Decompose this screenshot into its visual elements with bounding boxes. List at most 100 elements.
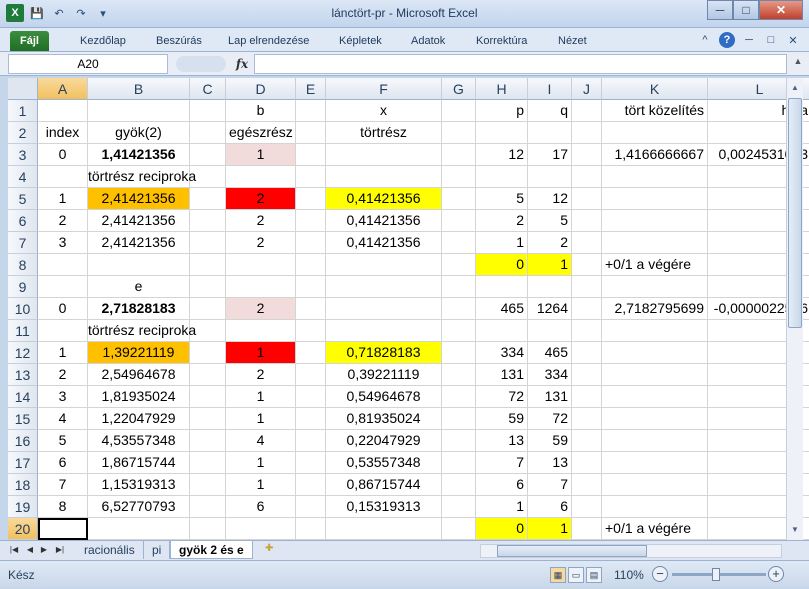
first-sheet-icon[interactable]: |◀ (8, 543, 20, 557)
cell-a14[interactable]: 3 (38, 386, 88, 408)
cell-k7[interactable] (602, 232, 708, 254)
cell-j11[interactable] (572, 320, 602, 342)
cell-c12[interactable] (190, 342, 226, 364)
cell-i15[interactable]: 72 (528, 408, 572, 430)
cell-c13[interactable] (190, 364, 226, 386)
cell-j3[interactable] (572, 144, 602, 166)
cell-g17[interactable] (442, 452, 476, 474)
cell-b1[interactable] (88, 100, 190, 122)
column-header-e[interactable]: E (296, 78, 326, 100)
page-break-view-icon[interactable]: ▤ (586, 567, 602, 583)
cell-a10[interactable]: 0 (38, 298, 88, 320)
cell-k16[interactable] (602, 430, 708, 452)
cell-j8[interactable] (572, 254, 602, 276)
cell-h3[interactable]: 12 (476, 144, 528, 166)
cell-e11[interactable] (296, 320, 326, 342)
cell-k1[interactable]: tört közelítés (602, 100, 708, 122)
cell-a7[interactable]: 3 (38, 232, 88, 254)
close-button[interactable]: ✕ (759, 0, 803, 20)
cell-g18[interactable] (442, 474, 476, 496)
cell-f18[interactable]: 0,86715744 (326, 474, 442, 496)
cell-f17[interactable]: 0,53557348 (326, 452, 442, 474)
row-header[interactable]: 2 (8, 122, 38, 144)
column-header-k[interactable]: K (602, 78, 708, 100)
column-header-f[interactable]: F (326, 78, 442, 100)
cell-a16[interactable]: 5 (38, 430, 88, 452)
cell-d12[interactable]: 1 (226, 342, 296, 364)
zoom-slider-knob[interactable] (712, 568, 720, 581)
row-header[interactable]: 11 (8, 320, 38, 342)
cell-d15[interactable]: 1 (226, 408, 296, 430)
cell-d9[interactable] (226, 276, 296, 298)
cell-b14[interactable]: 1,81935024 (88, 386, 190, 408)
cell-g8[interactable] (442, 254, 476, 276)
cell-h12[interactable]: 334 (476, 342, 528, 364)
cell-g13[interactable] (442, 364, 476, 386)
cell-h6[interactable]: 2 (476, 210, 528, 232)
cell-f14[interactable]: 0,54964678 (326, 386, 442, 408)
cell-i6[interactable]: 5 (528, 210, 572, 232)
cell-g19[interactable] (442, 496, 476, 518)
cell-b4[interactable]: törtrész reciproka (88, 166, 196, 188)
insert-function-icon[interactable]: fx (232, 54, 252, 74)
cell-d4[interactable] (226, 166, 296, 188)
cell-c19[interactable] (190, 496, 226, 518)
scroll-down-icon[interactable]: ▼ (788, 522, 802, 538)
cell-j12[interactable] (572, 342, 602, 364)
insert-sheet-icon[interactable]: ✚ (265, 543, 283, 557)
expand-formula-bar-icon[interactable]: ▲ (791, 56, 805, 72)
cell-f20[interactable] (326, 518, 442, 540)
cell-j15[interactable] (572, 408, 602, 430)
cell-j2[interactable] (572, 122, 602, 144)
cell-j14[interactable] (572, 386, 602, 408)
cell-h19[interactable]: 1 (476, 496, 528, 518)
cell-a12[interactable]: 1 (38, 342, 88, 364)
cell-i2[interactable] (528, 122, 572, 144)
cell-g2[interactable] (442, 122, 476, 144)
cell-c3[interactable] (190, 144, 226, 166)
row-header[interactable]: 14 (8, 386, 38, 408)
next-sheet-icon[interactable]: ▶ (38, 543, 50, 557)
column-header-c[interactable]: C (190, 78, 226, 100)
cell-f4[interactable] (326, 166, 442, 188)
last-sheet-icon[interactable]: ▶| (54, 543, 66, 557)
cell-k3[interactable]: 1,4166666667 (602, 144, 708, 166)
cell-h9[interactable] (476, 276, 528, 298)
page-layout-view-icon[interactable]: ▭ (568, 567, 584, 583)
row-header[interactable]: 18 (8, 474, 38, 496)
cell-c6[interactable] (190, 210, 226, 232)
cell-i18[interactable]: 7 (528, 474, 572, 496)
cell-g10[interactable] (442, 298, 476, 320)
cell-j7[interactable] (572, 232, 602, 254)
zoom-out-icon[interactable]: − (652, 566, 668, 582)
cell-c20[interactable] (190, 518, 226, 540)
row-header[interactable]: 10 (8, 298, 38, 320)
cell-d6[interactable]: 2 (226, 210, 296, 232)
column-header-b[interactable]: B (88, 78, 190, 100)
cell-a19[interactable]: 8 (38, 496, 88, 518)
cell-k14[interactable] (602, 386, 708, 408)
cell-f13[interactable]: 0,39221119 (326, 364, 442, 386)
cell-j19[interactable] (572, 496, 602, 518)
cell-j16[interactable] (572, 430, 602, 452)
cell-a8[interactable] (38, 254, 88, 276)
cell-i13[interactable]: 334 (528, 364, 572, 386)
tab-view[interactable]: Nézet (558, 31, 587, 51)
cell-b9[interactable]: e (88, 276, 190, 298)
cell-c7[interactable] (190, 232, 226, 254)
cell-j10[interactable] (572, 298, 602, 320)
row-header[interactable]: 16 (8, 430, 38, 452)
cell-h8[interactable]: 0 (476, 254, 528, 276)
cell-i9[interactable] (528, 276, 572, 298)
cell-e14[interactable] (296, 386, 326, 408)
cell-e20[interactable] (296, 518, 326, 540)
cell-i11[interactable] (528, 320, 572, 342)
cell-j1[interactable] (572, 100, 602, 122)
cell-h5[interactable]: 5 (476, 188, 528, 210)
workbook-restore-icon[interactable]: □ (763, 32, 779, 48)
zoom-slider[interactable] (672, 568, 766, 581)
cell-d2[interactable]: egészrész (226, 122, 296, 144)
cell-b2[interactable]: gyök(2) (88, 122, 190, 144)
cell-f16[interactable]: 0,22047929 (326, 430, 442, 452)
cell-b16[interactable]: 4,53557348 (88, 430, 190, 452)
